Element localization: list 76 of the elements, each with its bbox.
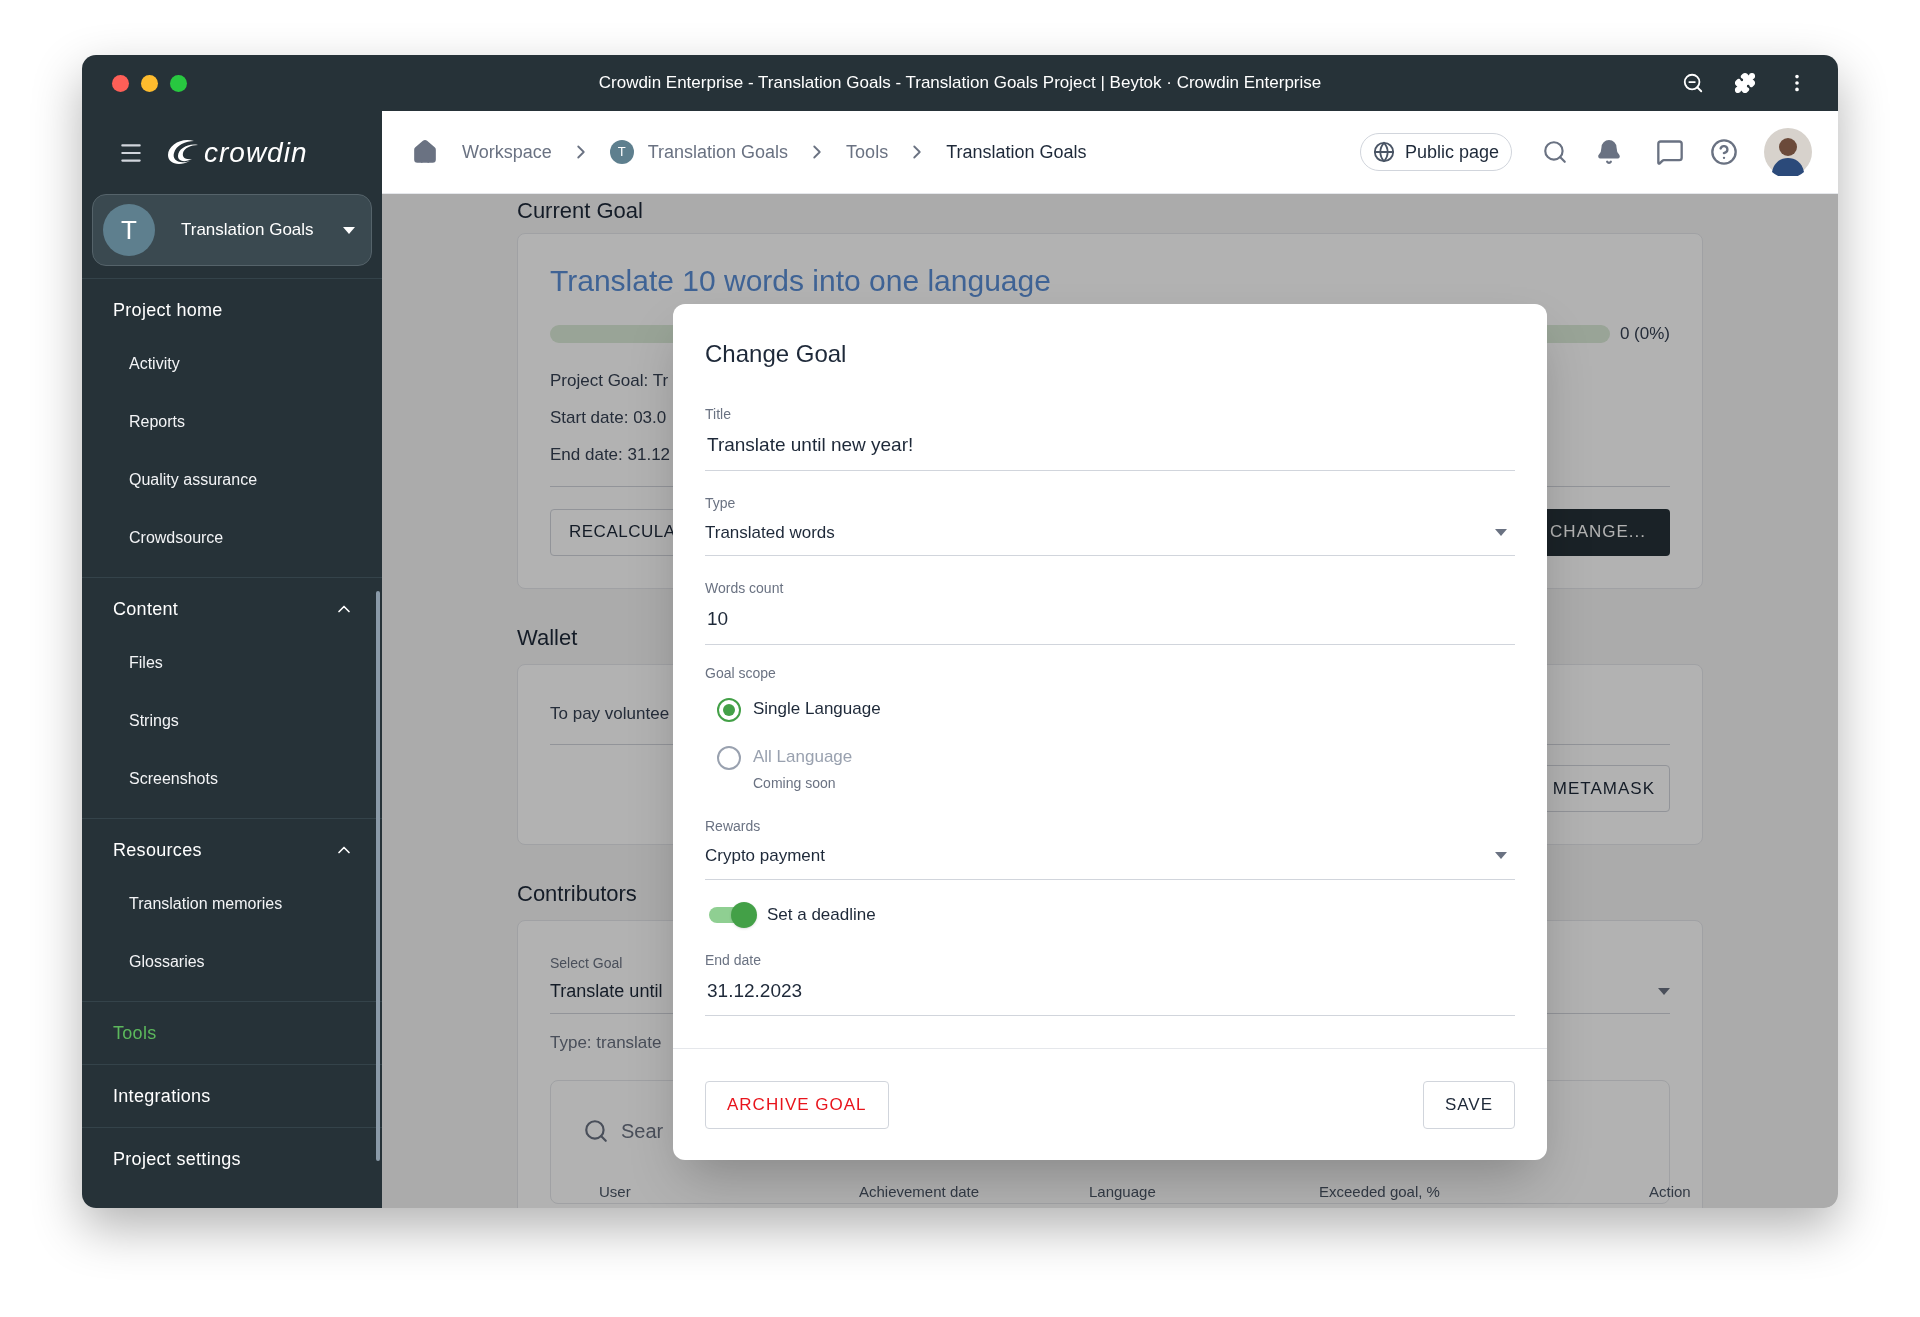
project-badge: T: [609, 140, 634, 164]
sidebar-section-label: Project home: [113, 298, 223, 322]
radio-label: All Language: [753, 745, 853, 768]
sidebar-section-label: Integrations: [113, 1084, 211, 1108]
sidebar-item[interactable]: Reports: [82, 393, 382, 451]
logo-text: crowdin: [204, 138, 308, 167]
field-label: Rewards: [705, 817, 762, 836]
caret-icon: [1495, 852, 1507, 860]
field-label: Title: [705, 405, 732, 424]
sidebar-section-label: Project settings: [113, 1147, 241, 1171]
field-label: Goal scope: [705, 663, 777, 683]
column-header: Action: [1649, 1181, 1691, 1202]
bell-icon[interactable]: [1596, 139, 1622, 165]
column-header: Exceeded goal, %: [1319, 1181, 1440, 1202]
search-icon[interactable]: [1542, 139, 1568, 165]
select-value: Translate until: [550, 980, 663, 1003]
breadcrumb-link[interactable]: Tools: [846, 138, 889, 166]
zoom-out-icon[interactable]: [1682, 72, 1704, 94]
goal-detail: Start date: 03.0: [550, 407, 667, 430]
select-label: Select Goal: [550, 954, 623, 973]
toggle-switch[interactable]: [709, 901, 757, 928]
sidebar-item[interactable]: Quality assurance: [82, 451, 382, 509]
type-text: Type: translate: [550, 1032, 662, 1054]
goal-title: Translate 10 words into one language: [550, 263, 1051, 299]
goal-detail: End date: 31.12: [550, 444, 671, 467]
maximize-window-button[interactable]: [170, 74, 187, 92]
radio-label: Single Language: [753, 697, 881, 720]
project-avatar: T: [103, 204, 155, 256]
switch-label: Set a deadline: [767, 903, 876, 926]
minimize-window-button[interactable]: [141, 74, 158, 92]
archive-goal-button[interactable]: ARCHIVE GOAL: [705, 1080, 889, 1129]
save-button[interactable]: SAVE: [1422, 1080, 1515, 1129]
breadcrumb-link[interactable]: Translation Goals: [946, 138, 1087, 166]
input-field[interactable]: Translate until new year!: [705, 425, 1515, 471]
wallet-text: To pay voluntee: [550, 703, 670, 723]
close-window-button[interactable]: [112, 74, 129, 92]
help-icon[interactable]: [1710, 138, 1738, 166]
sidebar-item[interactable]: Crowdsource: [82, 509, 382, 567]
field-label: End date: [705, 950, 763, 970]
progress-reading: 0 (0%): [1619, 323, 1670, 345]
chat-icon[interactable]: [1656, 138, 1684, 166]
dialog-title: Change Goal: [705, 339, 847, 369]
section-heading: Contributors: [517, 880, 637, 908]
radio-button[interactable]: [717, 697, 741, 722]
caret-icon: [1495, 528, 1507, 536]
input-field[interactable]: 10: [705, 599, 1515, 645]
project-selector[interactable]: T Translation Goals: [92, 194, 372, 266]
user-avatar[interactable]: [1764, 128, 1812, 176]
sidebar-section[interactable]: Integrations: [82, 1065, 382, 1127]
caret-icon: [343, 226, 355, 234]
breadcrumb-link[interactable]: Workspace: [462, 138, 552, 166]
column-header: Language: [1089, 1181, 1156, 1202]
sidebar-item[interactable]: Strings: [82, 692, 382, 750]
select-field[interactable]: Crypto payment: [705, 837, 1515, 880]
home-icon[interactable]: [412, 139, 438, 165]
caret-icon: [1658, 988, 1670, 995]
section-heading: Wallet: [517, 623, 578, 652]
sidebar-item[interactable]: Glossaries: [82, 933, 382, 991]
radio-hint: Coming soon: [753, 774, 837, 793]
sidebar-item[interactable]: Screenshots: [82, 750, 382, 808]
column-header: Achievement date: [859, 1181, 980, 1202]
sidebar-section-label: Content: [113, 597, 179, 621]
sidebar-section[interactable]: Tools: [82, 1002, 382, 1064]
input-field[interactable]: 31.12.2023: [705, 970, 1515, 1016]
search-icon: [583, 1117, 609, 1144]
window-title: Crowdin Enterprise - Translation Goals - Translation Goals Project | Beytok · Crowdin Enterprise: [598, 72, 1322, 95]
select-field[interactable]: Translated words: [705, 513, 1515, 556]
sidebar-section[interactable]: Project settings: [82, 1128, 382, 1190]
breadcrumb-link[interactable]: Translation Goals: [647, 138, 789, 166]
sidebar-section-label: Resources: [113, 838, 202, 862]
globe-icon: [1372, 141, 1395, 163]
goal-detail: Project Goal: Tr: [550, 370, 669, 393]
column-header: User: [599, 1181, 631, 1202]
section-heading: Current Goal: [517, 197, 643, 225]
field-label: Words count: [705, 579, 785, 598]
sidebar-section-label: Tools: [113, 1021, 157, 1045]
